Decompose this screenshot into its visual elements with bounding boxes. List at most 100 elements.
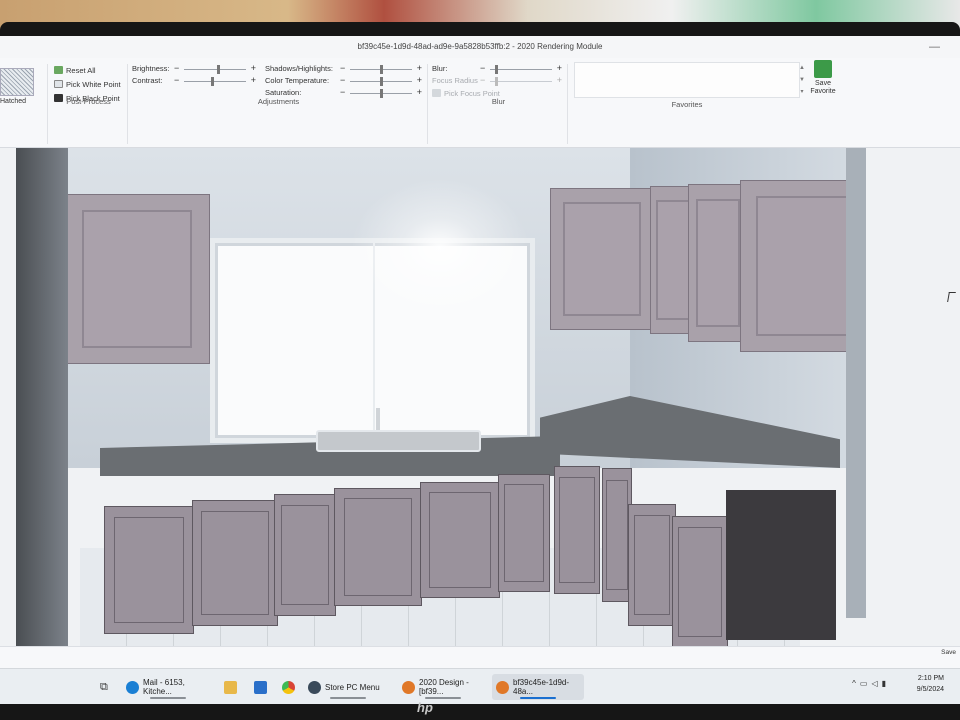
taskbar-label-mail: Mail - 6153, Kitche... [143,678,185,696]
pick-white-point-button[interactable]: Pick White Point [66,80,121,89]
base-cabinet-9 [672,516,728,646]
save-favorite-button[interactable]: Save Favorite [808,58,838,106]
color-temp-decrease[interactable]: − [340,75,345,85]
favorites-gallery[interactable] [574,62,800,98]
base-cabinet-2 [192,500,278,626]
taskbar-item-mail[interactable]: Mail - 6153, Kitche... [122,674,214,700]
taskbar-item-store-pc-menu[interactable]: Store PC Menu [304,674,392,700]
kitchen-sink [316,430,481,452]
contrast-slider[interactable]: − + [174,75,256,86]
kitchen-render [16,148,895,646]
battery-icon[interactable]: ▮ [882,679,890,688]
title-bar: bf39c45e-1d9d-48ad-ad9e-9a5828b53ffb:2 -… [0,36,960,58]
upper-cabinet-right-2 [688,184,748,342]
favorites-scroll[interactable]: ▲ ▼ ▾ [798,62,806,98]
brightness-decrease[interactable]: − [174,63,179,73]
shadows-increase[interactable]: + [417,63,422,73]
upper-cabinet-corner [550,188,654,330]
focus-radius-label: Focus Radius [432,76,478,85]
base-cabinet-corner [554,466,600,594]
contrast-increase[interactable]: + [251,75,256,85]
pick-white-icon [54,80,63,88]
taskbar-item-rendering-module[interactable]: bf39c45e-1d9d-48a... [492,674,584,700]
window-title: bf39c45e-1d9d-48ad-ad9e-9a5828b53ffb:2 -… [357,42,603,51]
save-status-button[interactable]: Save [941,649,956,656]
hatched-style-thumbnail[interactable] [0,68,34,96]
upper-cabinet-left [64,194,210,364]
taskbar-label-rendering-module: bf39c45e-1d9d-48a... [513,678,570,696]
mouse-cursor [947,292,956,302]
contrast-decrease[interactable]: − [174,75,179,85]
taskbar-item-chrome[interactable] [278,674,298,700]
wall-column-right [846,148,866,618]
ribbon: Hatched Reset All Pick White Point Pick … [0,58,960,148]
blur-title: Blur [491,97,506,106]
focus-radius-slider: − + [480,75,562,86]
save-favorite-label: Save Favorite [810,80,836,95]
focus-radius-decrease: − [480,75,486,85]
color-temperature-label: Color Temperature: [265,76,330,85]
blur-label: Blur: [432,64,448,73]
brightness-label: Brightness: [132,64,170,73]
taskbar-label-store-pc-menu: Store PC Menu [325,682,380,692]
base-cabinet-5 [420,482,500,598]
minimize-button[interactable]: — [929,36,940,58]
chrome-icon [282,680,295,694]
wall-column-left [16,148,68,646]
shadows-highlights-slider[interactable]: − + [340,63,422,74]
contrast-label: Contrast: [132,76,163,85]
blur-increase[interactable]: + [557,63,562,73]
brightness-increase[interactable]: + [251,63,256,73]
hatched-label: Hatched [0,98,27,105]
light-glow [350,178,530,318]
2020-icon [496,680,509,694]
clock[interactable]: 2:10 PM 9/5/2024 [917,673,944,695]
color-temperature-slider[interactable]: − + [340,75,422,86]
shadows-highlights-label: Shadows/Highlights: [265,64,333,73]
base-cabinet-6 [498,474,550,592]
system-tray-icons[interactable]: ^▭◁▮ [852,679,890,688]
reset-all-button[interactable]: Reset All [66,66,96,75]
postprocess-group: Reset All Pick White Point Pick Black Po… [50,64,128,144]
color-temp-increase[interactable]: + [417,75,422,85]
task-view-icon: ⧉ [100,680,108,693]
postprocess-title: Post-Process [66,97,111,106]
reset-all-icon [54,66,63,74]
saturation-label: Saturation: [265,88,302,97]
folder-icon [224,680,237,694]
base-cabinet-8 [628,504,676,626]
faucet [376,408,380,430]
network-icon[interactable]: ▭ [860,679,872,688]
task-view-button[interactable]: ⧉ [96,674,116,700]
blur-slider[interactable]: − + [480,63,562,74]
focus-radius-increase: + [556,75,562,85]
2020-icon [402,680,415,694]
calculator-icon [254,680,267,694]
taskbar-item-explorer[interactable] [220,674,240,700]
saturation-increase[interactable]: + [417,87,422,97]
saturation-decrease[interactable]: − [340,87,345,97]
blur-decrease[interactable]: − [480,63,485,73]
taskbar-item-2020-design[interactable]: 2020 Design - [bf39... [398,674,488,700]
base-cabinet-3 [274,494,336,616]
monitor-icon [308,680,321,694]
hp-logo: hp [417,700,433,715]
chevron-up-icon[interactable]: ^ [852,679,860,688]
render-style-group: Hatched [0,64,48,144]
volume-icon[interactable]: ◁ [871,679,881,688]
base-cabinet-1 [104,506,194,634]
render-viewport[interactable] [0,148,960,646]
base-cabinet-4 [334,488,422,606]
shadows-decrease[interactable]: − [340,63,345,73]
adjustments-group: Brightness: − + Contrast: − + Shadows/High… [130,63,428,144]
taskbar-item-calculator[interactable] [250,674,270,700]
edge-icon [126,680,139,694]
brightness-slider[interactable]: − + [174,63,256,74]
favorites-title: Favorites [671,100,703,109]
blur-group: Blur: − + Focus Radius − + Pick Focus Poin… [430,63,568,144]
taskbar: ⧉ Mail - 6153, Kitche... Store PC Menu 2… [0,668,960,704]
save-favorite-icon [814,60,832,78]
taskbar-label-2020-design: 2020 Design - [bf39... [419,678,469,696]
pick-focus-icon [432,89,441,97]
status-bar: Save [0,646,960,668]
